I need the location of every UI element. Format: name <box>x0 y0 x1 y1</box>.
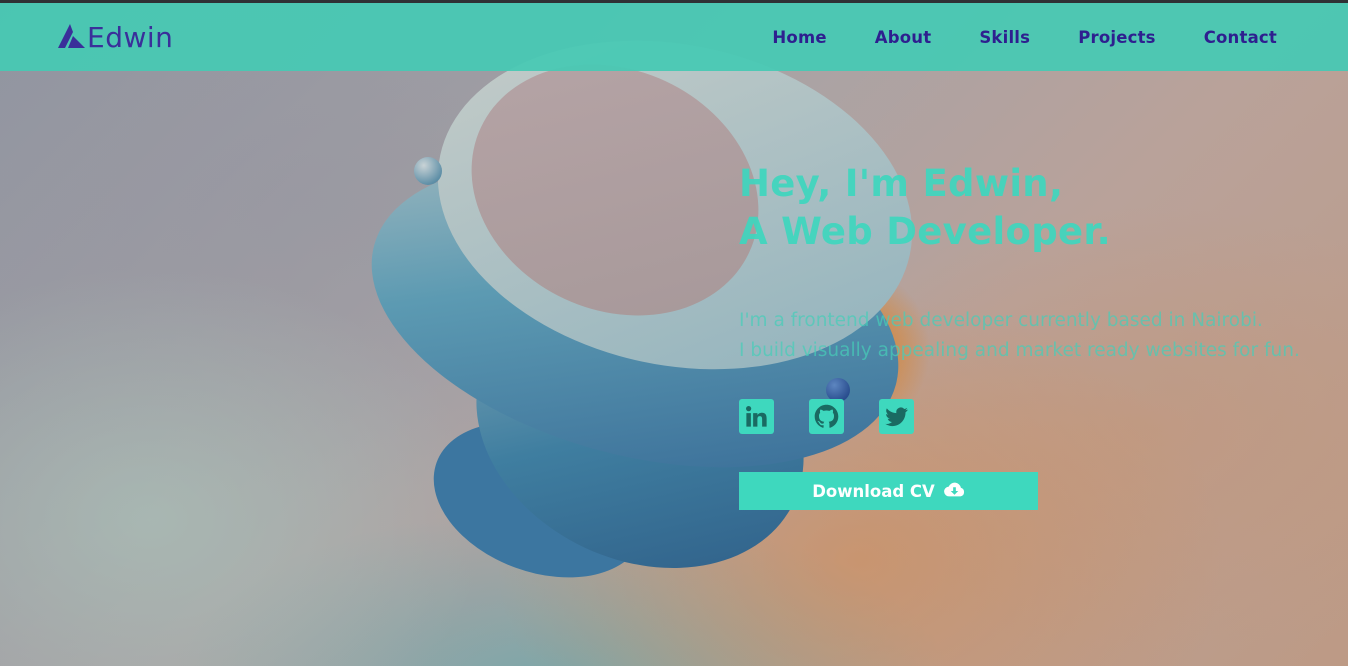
social-links <box>739 399 949 434</box>
subtitle-line-2: I build visually appealing and market re… <box>739 340 1300 361</box>
cloud-download-icon <box>943 482 965 501</box>
navbar: Edwin Home About Skills Projects Contact <box>0 3 1348 71</box>
nav-contact[interactable]: Contact <box>1204 28 1277 47</box>
download-cv-label: Download CV <box>812 481 935 501</box>
headline-line-2: A Web Developer. <box>739 210 1111 253</box>
twitter-icon[interactable] <box>879 399 914 434</box>
headline-line-1: Hey, I'm Edwin, <box>739 162 1064 205</box>
main-nav: Home About Skills Projects Contact <box>772 3 1277 71</box>
nav-projects[interactable]: Projects <box>1078 28 1156 47</box>
nav-about[interactable]: About <box>875 28 932 47</box>
nav-skills[interactable]: Skills <box>979 28 1030 47</box>
triangle-a-logo-icon <box>58 24 86 50</box>
nav-home[interactable]: Home <box>772 28 826 47</box>
linkedin-icon[interactable] <box>739 399 774 434</box>
github-icon[interactable] <box>809 399 844 434</box>
download-cv-button[interactable]: Download CV <box>739 472 1038 510</box>
subtitle-line-1: I'm a frontend web developer currently b… <box>739 310 1263 331</box>
hero-headline: Hey, I'm Edwin, A Web Developer. <box>739 160 1111 256</box>
hero-subtitle: I'm a frontend web developer currently b… <box>739 306 1300 366</box>
brand-name: Edwin <box>87 20 174 54</box>
brand[interactable]: Edwin <box>58 17 173 57</box>
